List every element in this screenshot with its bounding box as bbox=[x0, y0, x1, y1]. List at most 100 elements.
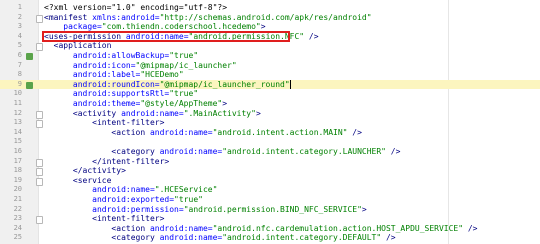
code-line[interactable]: 19 <service bbox=[0, 176, 540, 186]
line-number: 18 bbox=[13, 166, 22, 175]
code-text: </intent-filter> bbox=[44, 157, 169, 167]
code-text: </activity> bbox=[44, 166, 126, 176]
code-line[interactable]: 20 android:name=".HCEService" bbox=[0, 185, 540, 195]
code-token: <activity bbox=[44, 108, 122, 118]
highlight-box-annotation bbox=[42, 30, 290, 43]
code-token: "android.intent.action.MAIN" bbox=[212, 127, 348, 137]
code-line[interactable]: 14 <action android:name="android.intent.… bbox=[0, 128, 540, 138]
code-line[interactable]: 13 <intent-filter> bbox=[0, 118, 540, 129]
code-token: android:icon= bbox=[44, 60, 136, 70]
line-number: 9 bbox=[17, 79, 22, 88]
code-token: <application bbox=[44, 41, 112, 51]
code-text: android:supportsRtl="true" bbox=[44, 89, 198, 99]
line-number: 17 bbox=[13, 156, 22, 165]
code-line[interactable]: 16 <category android:name="android.inten… bbox=[0, 147, 540, 157]
code-token: > bbox=[361, 204, 367, 214]
code-line[interactable]: 2 <manifest xmlns:android="http://schemas… bbox=[0, 13, 540, 23]
code-line[interactable]: 12 <activity android:name=".MainActivity… bbox=[0, 109, 540, 119]
code-token: "true" bbox=[174, 195, 203, 204]
code-token: "android.intent.category.LAUNCHER" bbox=[222, 147, 386, 156]
code-token: <intent-filter> bbox=[44, 214, 165, 224]
code-line[interactable]: 25 <category android:name="android.inten… bbox=[0, 233, 540, 243]
code-line[interactable]: 1 <?xml version="1.0" encoding="utf-8"?> bbox=[0, 3, 540, 13]
code-token: android:label= bbox=[44, 70, 141, 80]
code-text: <category android:name="android.intent.c… bbox=[44, 147, 400, 157]
android-resource-icon[interactable] bbox=[26, 81, 33, 89]
code-line[interactable]: 21 android:exported="true" bbox=[0, 195, 540, 205]
code-text: <manifest xmlns:android="http://schemas.… bbox=[44, 13, 372, 23]
code-token: ".MainActivity" bbox=[183, 108, 256, 118]
code-line[interactable]: 24 <action android:name="android.nfc.car… bbox=[0, 224, 540, 234]
code-token: /> bbox=[381, 233, 396, 243]
code-token: "http://schemas.android.com/apk/res/andr… bbox=[159, 12, 372, 22]
code-line[interactable]: 11 android:theme="@style/AppTheme"> bbox=[0, 99, 540, 109]
code-line[interactable]: 17 </intent-filter> bbox=[0, 157, 540, 167]
code-text: android:roundIcon="@mipmap/ic_launcher_r… bbox=[44, 79, 291, 90]
line-number: 22 bbox=[13, 204, 22, 213]
line-number: 1 bbox=[17, 3, 22, 11]
code-token: android:name= bbox=[149, 223, 213, 233]
line-number: 8 bbox=[17, 70, 22, 79]
code-token: <category bbox=[44, 147, 160, 156]
code-token: android:exported= bbox=[44, 195, 175, 204]
code-text: android:name=".HCEService" bbox=[44, 185, 217, 195]
code-token: /> bbox=[463, 223, 478, 233]
code-line[interactable]: 23 <intent-filter> bbox=[0, 214, 540, 225]
line-number: 4 bbox=[17, 31, 22, 40]
code-line[interactable]: 7 android:icon="@mipmap/ic_launcher" bbox=[0, 61, 540, 71]
code-token: android:name= bbox=[44, 185, 155, 195]
android-resource-icon[interactable] bbox=[26, 53, 33, 60]
line-number: 5 bbox=[17, 41, 22, 50]
code-text: android:allowBackup="true" bbox=[44, 51, 198, 61]
code-token: > bbox=[255, 108, 261, 118]
code-line[interactable]: 22 android:permission="android.permissio… bbox=[0, 205, 540, 215]
line-number: 12 bbox=[13, 108, 22, 117]
code-text: <intent-filter> bbox=[44, 118, 164, 128]
code-token: "true" bbox=[169, 89, 199, 99]
code-token: <manifest bbox=[44, 12, 93, 22]
code-line[interactable]: 5 <application bbox=[0, 41, 540, 52]
code-token: "@mipmap/ic_launcher" bbox=[135, 60, 237, 70]
line-number: 20 bbox=[13, 185, 22, 194]
code-line[interactable]: 18 </activity> bbox=[0, 166, 540, 177]
code-token: "@style/AppTheme" bbox=[140, 99, 223, 108]
code-text: android:permission="android.permission.B… bbox=[44, 205, 367, 215]
code-text: <action android:name="android.nfc.cardem… bbox=[44, 223, 478, 234]
code-token: "@mipmap/ic_launcher_round" bbox=[159, 79, 290, 89]
code-token: android:allowBackup= bbox=[44, 51, 170, 60]
line-number: 13 bbox=[13, 118, 22, 127]
code-token: <action bbox=[44, 127, 150, 137]
code-text: android:theme="@style/AppTheme"> bbox=[44, 99, 227, 109]
code-line[interactable]: 10 android:supportsRtl="true" bbox=[0, 89, 540, 99]
code-token: > bbox=[222, 99, 228, 108]
code-text: <?xml version="1.0" encoding="utf-8"?> bbox=[44, 3, 227, 13]
code-line[interactable]: 15 bbox=[0, 137, 540, 147]
text-caret bbox=[289, 79, 291, 89]
line-number: 3 bbox=[17, 22, 22, 31]
code-line[interactable]: 9 android:roundIcon="@mipmap/ic_launcher… bbox=[0, 79, 540, 90]
code-text: <action android:name="android.intent.act… bbox=[44, 127, 361, 138]
line-number: 15 bbox=[13, 137, 22, 146]
code-token: <?xml version="1.0" encoding="utf-8"?> bbox=[44, 3, 228, 12]
code-line[interactable]: 6 android:allowBackup="true" bbox=[0, 51, 540, 61]
code-token: "true" bbox=[169, 51, 199, 60]
code-text: <application bbox=[44, 41, 112, 51]
line-number: 21 bbox=[13, 195, 22, 203]
code-token: android:supportsRtl= bbox=[44, 89, 170, 99]
code-text: <category android:name="android.intent.c… bbox=[44, 233, 396, 243]
code-text: android:icon="@mipmap/ic_launcher" bbox=[44, 61, 237, 71]
code-text: android:label="HCEDemo" bbox=[44, 70, 184, 80]
code-editor[interactable]: 1 <?xml version="1.0" encoding="utf-8"?> 2… bbox=[0, 0, 540, 244]
line-number: 2 bbox=[17, 12, 22, 21]
code-token: android:roundIcon= bbox=[44, 79, 160, 89]
code-text: <activity android:name=".MainActivity"> bbox=[44, 109, 261, 119]
line-number: 11 bbox=[13, 99, 22, 107]
code-token: android:name= bbox=[159, 233, 223, 243]
line-number: 16 bbox=[13, 147, 22, 155]
code-token: android:permission= bbox=[44, 204, 184, 214]
code-line[interactable]: 8 android:label="HCEDemo" bbox=[0, 70, 540, 80]
code-token: android:theme= bbox=[44, 99, 141, 108]
code-token: xmlns:android= bbox=[92, 12, 160, 22]
code-token: </intent-filter> bbox=[44, 156, 170, 166]
code-token: android:name= bbox=[149, 127, 213, 137]
